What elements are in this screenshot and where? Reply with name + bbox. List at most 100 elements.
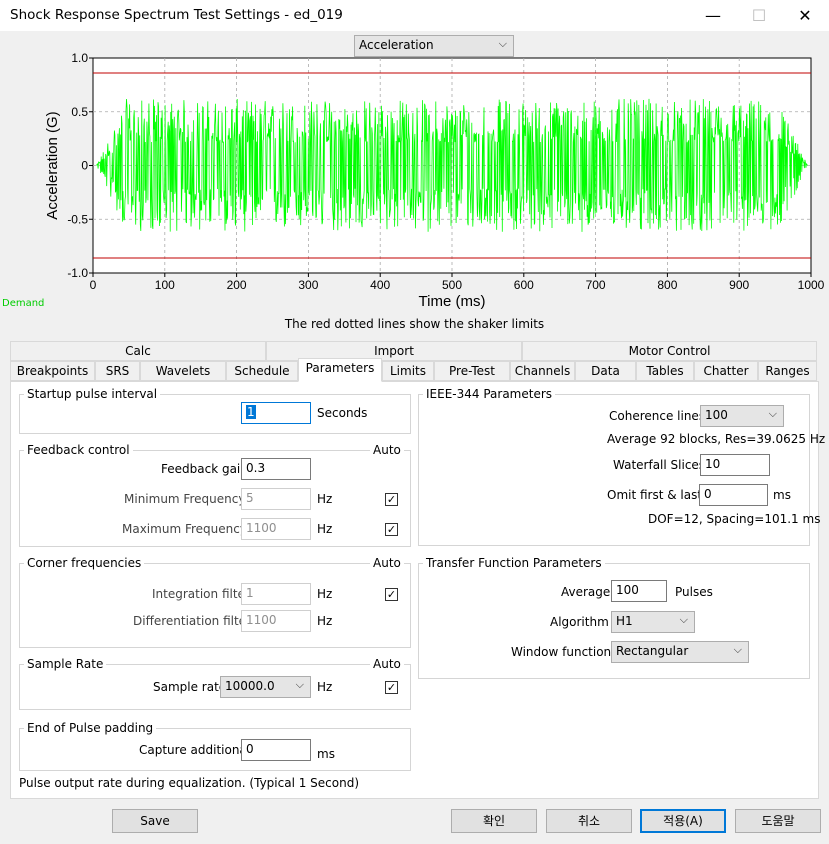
x-tick-label: 0	[90, 278, 97, 292]
corner-group	[19, 563, 411, 648]
x-tick-label: 500	[442, 278, 462, 292]
title-bar: Shock Response Spectrum Test Settings - …	[0, 0, 829, 31]
tab-motor-control[interactable]: Motor Control	[522, 341, 817, 361]
cancel-button[interactable]: 취소	[546, 809, 632, 833]
sample-rate-value: 10000.0	[225, 679, 275, 693]
chevron-down-icon: ⌵	[295, 678, 304, 691]
feedback-auto-label: Auto	[370, 443, 404, 457]
tab-srs[interactable]: SRS	[95, 361, 140, 381]
min-frequency-input[interactable]: 5	[241, 488, 311, 510]
omit-first-last-label: Omit first & last	[607, 488, 703, 502]
help-button[interactable]: 도움말	[735, 809, 821, 833]
y-tick-label: -0.5	[67, 212, 88, 226]
sample-auto-label: Auto	[370, 657, 404, 671]
feedback-gain-input[interactable]: 0.3	[241, 458, 311, 480]
x-tick-label: 900	[729, 278, 749, 292]
apply-button[interactable]: 적용(A)	[640, 809, 726, 833]
transfer-group-title: Transfer Function Parameters	[423, 556, 605, 570]
minimize-icon[interactable]: —	[690, 0, 736, 31]
capture-additional-input[interactable]: 0	[241, 739, 311, 761]
footer-note: Pulse output rate during equalization. (…	[19, 776, 360, 790]
max-frequency-unit: Hz	[317, 522, 333, 536]
differentiation-filter-unit: Hz	[317, 614, 333, 628]
x-tick-label: 700	[586, 278, 606, 292]
integration-filter-label: Integration filter	[152, 587, 250, 601]
ieee-group-title: IEEE-344 Parameters	[423, 387, 556, 401]
tab-breakpoints[interactable]: Breakpoints	[10, 361, 95, 381]
coherence-lines-value: 100	[705, 408, 728, 422]
sample-rate-group-title: Sample Rate	[24, 657, 107, 671]
close-icon[interactable]: ✕	[782, 0, 828, 31]
algorithm-label: Algorithm	[550, 615, 609, 629]
tab-schedule[interactable]: Schedule	[226, 361, 298, 381]
tab-wavelets[interactable]: Wavelets	[140, 361, 226, 381]
omit-first-last-input[interactable]: 0	[699, 484, 768, 506]
max-frequency-input[interactable]: 1100	[241, 518, 311, 540]
tf-average-unit: Pulses	[675, 585, 713, 599]
maximize-icon: ☐	[751, 6, 767, 25]
tab-pre-test[interactable]: Pre-Test	[434, 361, 510, 381]
feedback-gain-label: Feedback gain	[161, 462, 248, 476]
startup-group-title: Startup pulse interval	[24, 387, 161, 401]
min-frequency-auto-checkbox[interactable]: ✓	[385, 493, 398, 506]
y-tick-label: 0.5	[71, 105, 88, 119]
feedback-group-title: Feedback control	[24, 443, 133, 457]
algorithm-dropdown[interactable]: H1 ⌵	[611, 611, 695, 633]
differentiation-filter-label: Differentiation filter	[133, 614, 251, 628]
integration-filter-unit: Hz	[317, 587, 333, 601]
sample-rate-dropdown[interactable]: 10000.0 ⌵	[220, 676, 311, 698]
max-frequency-label: Maximum Frequency	[122, 522, 247, 536]
acceleration-chart: 0 100 200 300 400 500 600 700 800 900 10001.00.50-…	[44, 51, 825, 310]
tf-average-label: Average	[561, 585, 611, 599]
window-function-dropdown[interactable]: Rectangular ⌵	[611, 641, 749, 663]
chart-note: The red dotted lines show the shaker lim…	[284, 317, 545, 331]
waterfall-slices-label: Waterfall Slices	[613, 458, 706, 472]
sample-rate-unit: Hz	[317, 680, 333, 694]
corner-auto-checkbox[interactable]: ✓	[385, 588, 398, 601]
startup-interval-input[interactable]: 1	[241, 402, 311, 424]
capture-additional-unit: ms	[317, 747, 335, 761]
chart-legend-demand: Demand	[2, 298, 45, 309]
window-function-label: Window function	[511, 645, 612, 659]
ok-button[interactable]: 확인	[451, 809, 537, 833]
chevron-down-icon: ⌵	[768, 407, 777, 420]
average-blocks-info: Average 92 blocks, Res=39.0625 Hz	[607, 432, 826, 446]
window-title: Shock Response Spectrum Test Settings - …	[10, 7, 343, 23]
chevron-down-icon: ⌵	[733, 643, 742, 656]
startup-unit: Seconds	[317, 406, 368, 420]
padding-group-title: End of Pulse padding	[24, 721, 157, 735]
y-tick-label: 0	[81, 159, 88, 173]
min-frequency-unit: Hz	[317, 492, 333, 506]
x-tick-label: 600	[514, 278, 534, 292]
tab-parameters[interactable]: Parameters	[298, 358, 382, 382]
save-button[interactable]: Save	[112, 809, 198, 833]
coherence-lines-dropdown[interactable]: 100 ⌵	[700, 405, 784, 427]
omit-first-last-unit: ms	[773, 488, 791, 502]
tab-chatter[interactable]: Chatter	[694, 361, 758, 381]
window-function-value: Rectangular	[616, 644, 689, 658]
corner-group-title: Corner frequencies	[24, 556, 145, 570]
coherence-lines-label: Coherence lines	[609, 409, 706, 423]
tf-average-input[interactable]: 100	[611, 580, 667, 602]
x-tick-label: 1000	[798, 278, 825, 292]
integration-filter-input[interactable]: 1	[241, 583, 311, 605]
tab-ranges[interactable]: Ranges	[758, 361, 817, 381]
x-tick-label: 400	[370, 278, 390, 292]
tab-data[interactable]: Data	[575, 361, 636, 381]
max-frequency-auto-checkbox[interactable]: ✓	[385, 523, 398, 536]
y-tick-label: -1.0	[67, 266, 88, 280]
x-tick-label: 200	[227, 278, 247, 292]
tab-calc[interactable]: Calc	[10, 341, 266, 361]
tab-tables[interactable]: Tables	[636, 361, 694, 381]
x-tick-label: 300	[298, 278, 318, 292]
sample-rate-label: Sample rate	[153, 680, 227, 694]
capture-additional-label: Capture additional	[139, 743, 251, 757]
tab-limits[interactable]: Limits	[382, 361, 434, 381]
dof-spacing-info: DOF=12, Spacing=101.1 ms	[648, 512, 821, 526]
waterfall-slices-input[interactable]: 10	[700, 454, 770, 476]
tab-channels[interactable]: Channels	[510, 361, 575, 381]
differentiation-filter-input[interactable]: 1100	[241, 610, 311, 632]
sample-rate-auto-checkbox[interactable]: ✓	[385, 681, 398, 694]
corner-auto-label: Auto	[370, 556, 404, 570]
x-tick-label: 100	[155, 278, 175, 292]
